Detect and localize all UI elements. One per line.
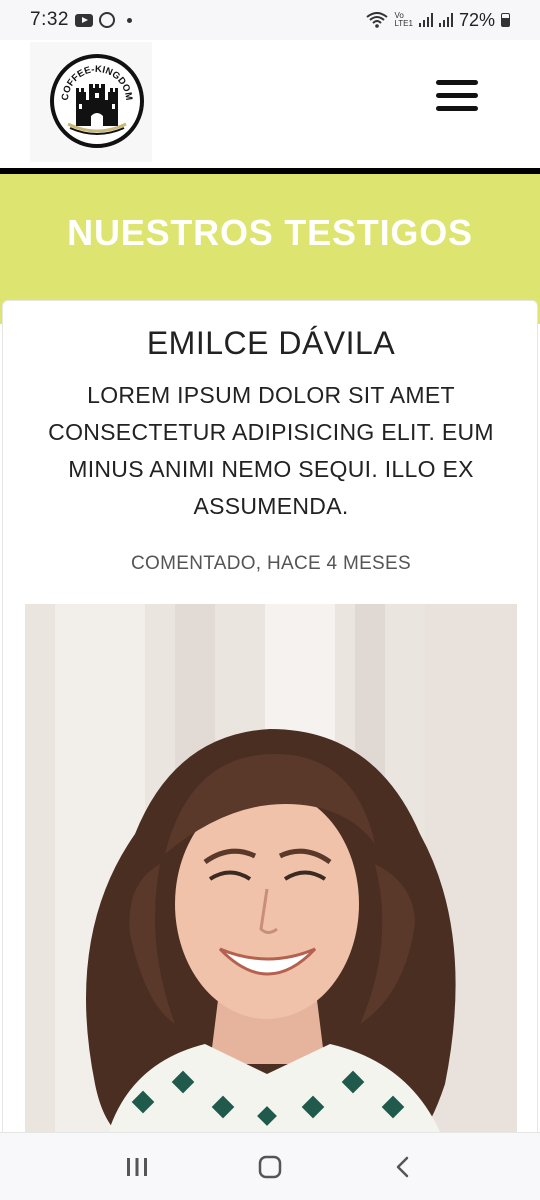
recent-apps-button[interactable] [122,1152,152,1182]
testimonial-name: EMILCE DÁVILA [146,325,396,361]
dot-icon [126,17,132,23]
logo-link[interactable]: COFFEE-KINGDOM [30,42,152,162]
site-header: COFFEE-KINGDOM [0,40,540,168]
back-icon [397,1156,409,1177]
navigation-bar [0,1132,540,1200]
battery-percent: 72% [458,9,495,30]
hamburger-menu-button[interactable] [436,80,478,116]
battery-icon [501,13,510,27]
logo: COFFEE-KINGDOM [50,54,144,148]
signal-icon [418,13,433,27]
testimonial-photo [25,604,517,1139]
whatsapp-icon [98,12,115,28]
volte-icon: Vo LTE1 [394,11,413,28]
back-button[interactable] [388,1152,418,1182]
testimonial-meta: COMENTADO, HACE 4 MESES [131,553,411,574]
recent-apps-icon [126,1157,147,1176]
castle-logo-icon: COFFEE-KINGDOM [60,64,134,135]
section-title: NUESTROS TESTIGOS [67,212,473,253]
wifi-icon [366,12,389,28]
hamburger-bar [436,93,478,98]
home-button[interactable] [255,1152,285,1182]
person-photo-icon [25,604,517,1139]
hamburger-icon [436,80,478,85]
status-bar: 7:32 Vo LTE1 72% [0,0,540,317]
hamburger-bar [436,106,478,111]
status-time: 7:32 [30,9,69,30]
testimonial-quote: LOREM IPSUM DOLOR SIT AMET CONSECTETUR A… [48,382,494,519]
status-right: Vo LTE1 72% [366,10,510,31]
signal-icon [438,13,453,27]
home-icon [258,1155,282,1178]
testimonial-card: EMILCE DÁVILA LOREM IPSUM DOLOR SIT AMET… [2,300,538,1140]
status-left: 7:32 [22,9,132,317]
youtube-icon [74,13,93,27]
